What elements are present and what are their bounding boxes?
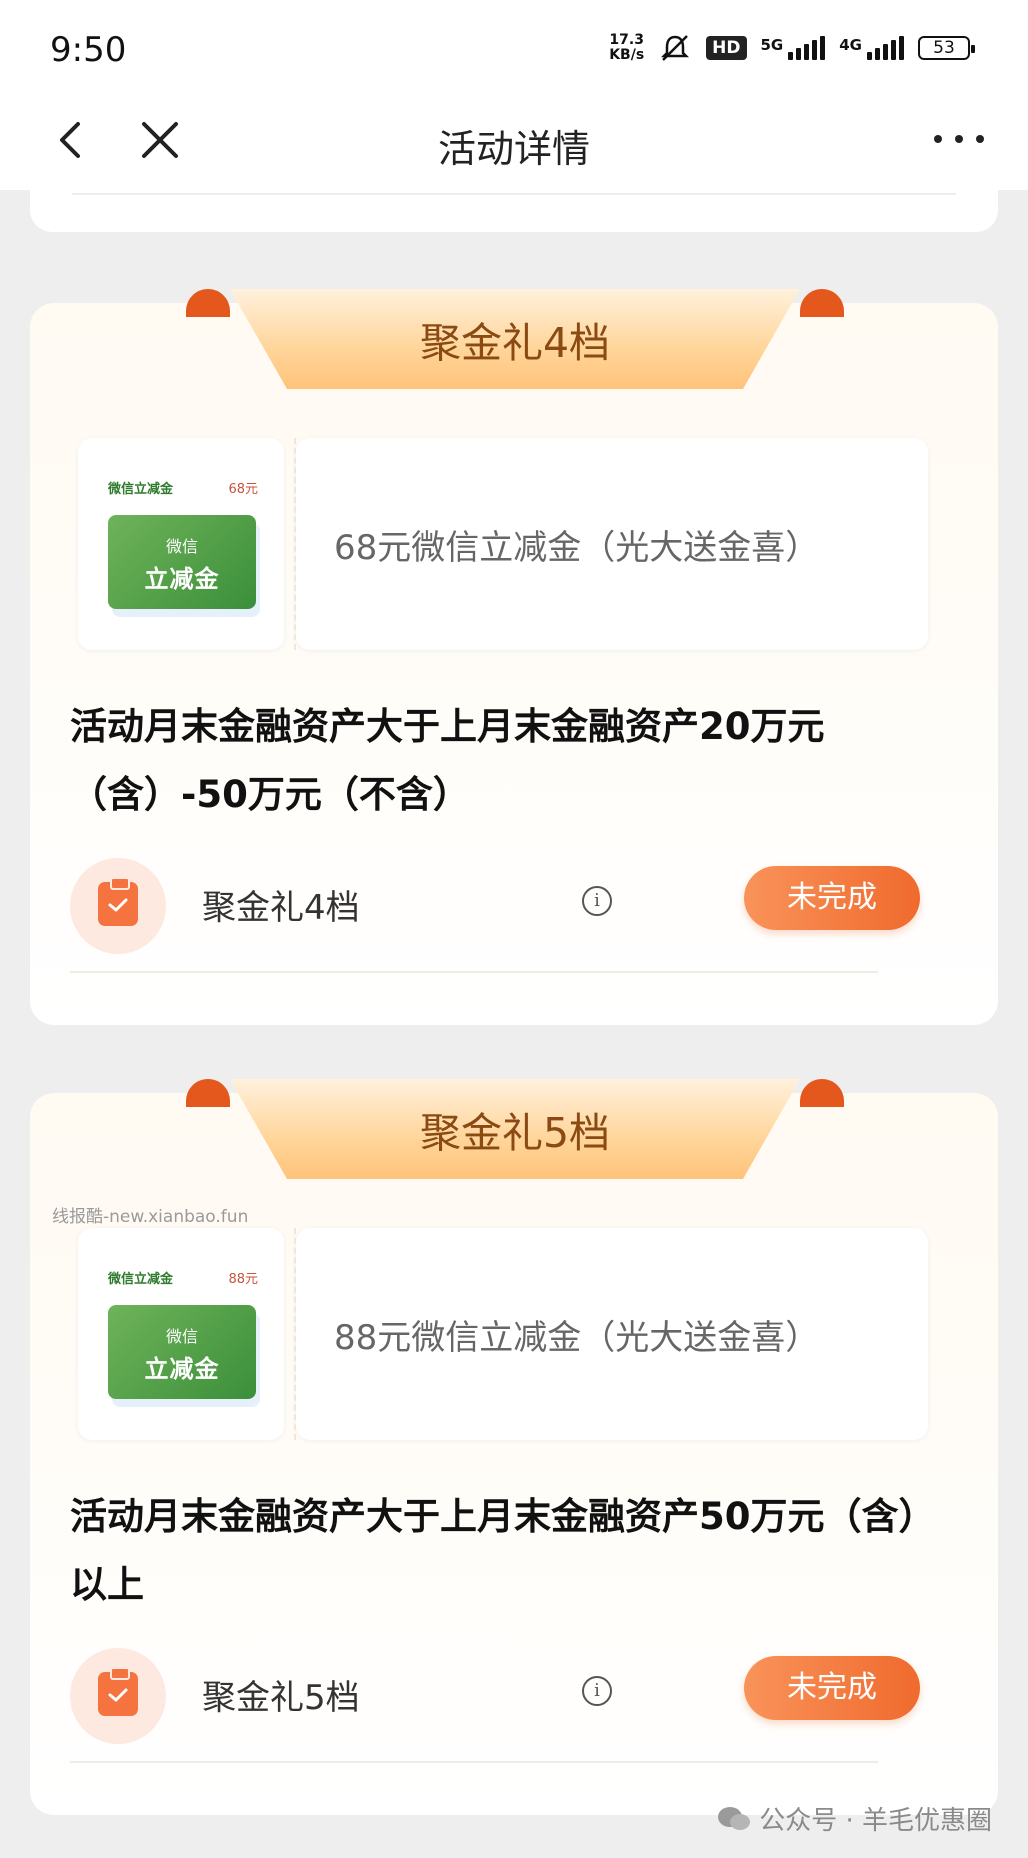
reward-image: 微信立减金 68元 微信 立减金 — [78, 438, 296, 650]
tier-condition: 活动月末金融资产大于上月末金融资产50万元（含）以上 — [70, 1495, 936, 1606]
status-bar: 9:50 17.3 KB/s HD 5G 4G 53 — [0, 0, 1028, 92]
reward-value: 88元 — [228, 1272, 258, 1287]
previous-card-bottom — [30, 190, 998, 232]
info-icon[interactable]: i — [582, 886, 612, 916]
divider — [70, 1761, 878, 1763]
task-row: 聚金礼5档 i 未完成 — [70, 1648, 936, 1744]
tier-card: 聚金礼4档 微信立减金 68元 微信 立减金 68元微信立减金（光大送金喜） 活… — [30, 289, 998, 1025]
signal-4g-icon: 4G — [839, 36, 904, 60]
reward-tag: 微信立减金 — [108, 1272, 174, 1287]
status-button[interactable]: 未完成 — [744, 1656, 920, 1720]
signal-5g-icon: 5G — [761, 36, 826, 60]
more-dots-icon[interactable] — [934, 124, 984, 154]
divider — [70, 971, 878, 973]
tier-condition: 活动月末金融资产大于上月末金融资产20万元（含）-50万元（不含） — [70, 705, 825, 816]
status-time: 9:50 — [50, 30, 127, 70]
coupon-line2: 立减金 — [144, 1355, 220, 1383]
coupon-line1: 微信 — [165, 537, 198, 556]
tier-tab-label: 聚金礼5档 — [419, 1109, 611, 1157]
signal-4g-label: 4G — [839, 36, 862, 54]
wechat-coupon-image: 微信 立减金 — [108, 1305, 256, 1399]
status-button[interactable]: 未完成 — [744, 866, 920, 930]
reward-tag: 微信立减金 — [108, 482, 174, 497]
net-speed-unit: KB/s — [609, 47, 645, 63]
mute-bell-icon — [661, 35, 690, 61]
reward-card: 微信立减金 68元 微信 立减金 68元微信立减金（光大送金喜） — [78, 438, 928, 650]
coupon-line1: 微信 — [165, 1327, 198, 1346]
task-row: 聚金礼4档 i 未完成 — [70, 858, 936, 954]
status-icons: 17.3 KB/s HD 5G 4G 53 — [609, 33, 975, 63]
net-speed: 17.3 KB/s — [609, 33, 644, 63]
info-icon[interactable]: i — [582, 1676, 612, 1706]
nav-bar: 活动详情 — [0, 92, 1028, 190]
reward-card: 微信立减金 88元 微信 立减金 88元微信立减金（光大送金喜） — [78, 1228, 928, 1440]
reward-description: 68元微信立减金（光大送金喜） — [296, 438, 928, 650]
page-title: 活动详情 — [437, 127, 590, 171]
watermark-right: 公众号 · 羊毛优惠圈 — [717, 1800, 992, 1837]
reward-image: 微信立减金 88元 微信 立减金 — [78, 1228, 296, 1440]
coupon-line2: 立减金 — [144, 565, 220, 593]
hd-icon: HD — [706, 36, 747, 60]
tier-tab-label: 聚金礼4档 — [419, 319, 611, 367]
clipboard-check-icon — [70, 858, 166, 954]
signal-5g-label: 5G — [760, 36, 784, 54]
net-speed-value: 17.3 — [609, 32, 644, 48]
watermark-left: 线报酷-new.xianbao.fun — [52, 1207, 249, 1227]
reward-value: 68元 — [228, 482, 258, 497]
clipboard-check-icon — [70, 1648, 166, 1744]
task-label: 聚金礼5档 — [202, 1678, 360, 1718]
wechat-icon — [718, 1806, 751, 1830]
watermark-right-text: 公众号 · 羊毛优惠圈 — [759, 1806, 992, 1836]
task-label: 聚金礼4档 — [202, 888, 360, 928]
reward-description: 88元微信立减金（光大送金喜） — [296, 1228, 928, 1440]
wechat-coupon-image: 微信 立减金 — [108, 515, 256, 609]
battery-icon: 53 — [918, 36, 975, 60]
